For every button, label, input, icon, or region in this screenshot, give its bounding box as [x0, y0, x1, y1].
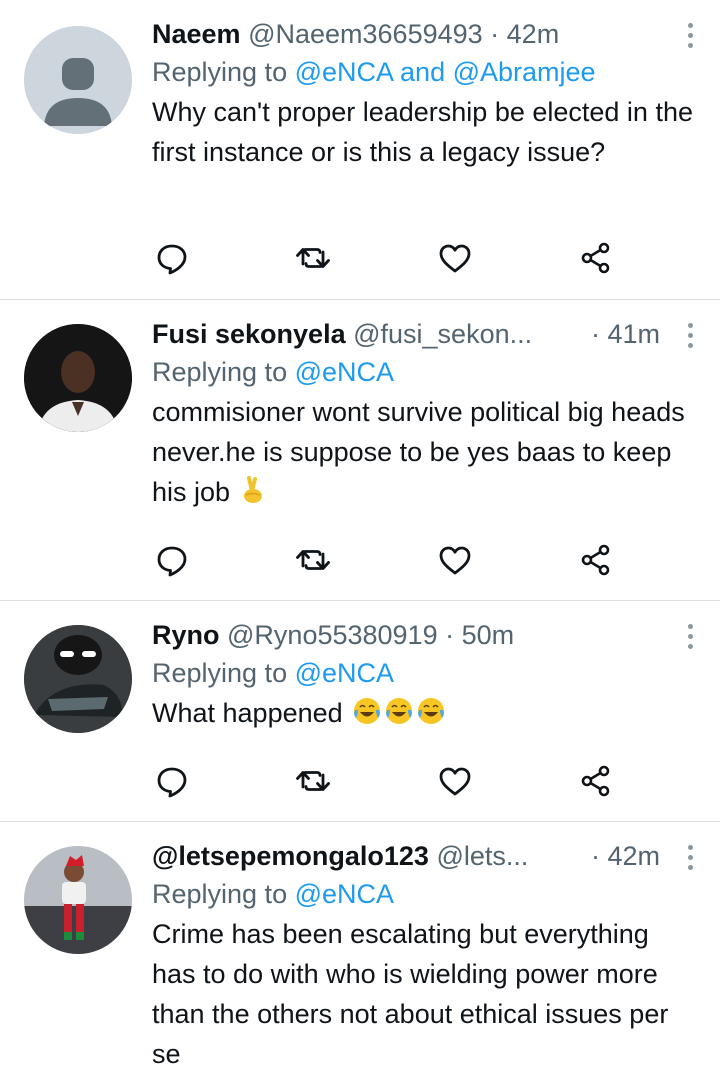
tweet-header: Naeem @Naeem36659493 · 42m [152, 16, 696, 52]
tweet-actions [152, 761, 622, 801]
replying-prefix: Replying to [152, 57, 295, 87]
replying-prefix: Replying to [152, 879, 295, 909]
replying-to: Replying to @eNCA [152, 352, 696, 392]
share-icon[interactable] [576, 540, 616, 580]
tweet-text: What happened [152, 698, 343, 728]
tweet[interactable]: Ryno @Ryno55380919 · 50m Replying to @eN… [0, 601, 720, 822]
display-name[interactable]: Naeem [152, 19, 241, 49]
user-photo-icon [24, 324, 132, 432]
user-photo-icon [24, 625, 132, 733]
heart-icon[interactable] [435, 761, 475, 801]
tweet-text-container: What happened [152, 693, 696, 737]
display-name[interactable]: Ryno [152, 620, 220, 650]
retweet-icon[interactable] [293, 761, 333, 801]
tweet-actions [152, 540, 622, 580]
avatar[interactable] [24, 625, 132, 733]
timestamp[interactable]: · 50m [445, 620, 514, 650]
retweet-icon[interactable] [293, 540, 333, 580]
tweet-actions [152, 238, 622, 278]
avatar[interactable] [24, 846, 132, 954]
user-handle[interactable]: @fusi_sekon... [353, 319, 532, 349]
more-icon[interactable] [680, 838, 700, 874]
reply-mentions-link[interactable]: @eNCA [295, 357, 394, 387]
tweet[interactable]: Naeem @Naeem36659493 · 42m Replying to @… [0, 0, 720, 300]
tweet-text: Why can't proper leadership be elected i… [152, 97, 693, 167]
user-photo-icon [24, 846, 132, 954]
display-name[interactable]: Fusi sekonyela [152, 319, 346, 349]
avatar[interactable] [24, 26, 132, 134]
share-icon[interactable] [576, 238, 616, 278]
heart-icon[interactable] [435, 238, 475, 278]
tweet-header: Fusi sekonyela @fusi_sekon... · 41m [152, 316, 696, 352]
tweet-text: Crime has been escalating but everything… [152, 919, 669, 1069]
user-handle[interactable]: @lets... [436, 841, 528, 871]
display-name[interactable]: @letsepemongalo123 [152, 841, 429, 871]
tweet-header: Ryno @Ryno55380919 · 50m [152, 617, 696, 653]
reply-mentions-link[interactable]: @eNCA [295, 658, 394, 688]
tears-of-joy-emoji-icon [384, 696, 414, 737]
reply-mentions-link[interactable]: @eNCA and @Abramjee [295, 57, 596, 87]
replying-prefix: Replying to [152, 357, 295, 387]
replying-to: Replying to @eNCA [152, 653, 696, 693]
reply-icon[interactable] [152, 238, 192, 278]
reply-icon[interactable] [152, 540, 192, 580]
share-icon[interactable] [576, 761, 616, 801]
tweet-header: @letsepemongalo123 @lets... · 42m [152, 838, 696, 874]
retweet-icon[interactable] [293, 238, 333, 278]
user-handle[interactable]: @Naeem36659493 [248, 19, 483, 49]
heart-icon[interactable] [435, 540, 475, 580]
avatar[interactable] [24, 324, 132, 432]
tears-of-joy-emoji-icon [352, 696, 382, 737]
timestamp[interactable]: · 42m [591, 838, 660, 874]
tears-of-joy-emoji-icon [416, 696, 446, 737]
more-icon[interactable] [680, 16, 700, 52]
more-icon[interactable] [680, 617, 700, 653]
replying-to: Replying to @eNCA [152, 874, 696, 914]
fingers-crossed-emoji-icon [240, 475, 266, 516]
reply-icon[interactable] [152, 761, 192, 801]
user-handle[interactable]: @Ryno55380919 [227, 620, 438, 650]
tweet[interactable]: @letsepemongalo123 @lets... · 42m Replyi… [0, 822, 720, 1088]
more-icon[interactable] [680, 316, 700, 352]
tweet[interactable]: Fusi sekonyela @fusi_sekon... · 41m Repl… [0, 300, 720, 601]
replying-prefix: Replying to [152, 658, 295, 688]
reply-mentions-link[interactable]: @eNCA [295, 879, 394, 909]
timestamp[interactable]: · 42m [490, 19, 559, 49]
tweet-text-container: commisioner wont survive political big h… [152, 392, 696, 516]
replying-to: Replying to @eNCA and @Abramjee [152, 52, 696, 92]
default-avatar-icon [24, 26, 132, 134]
timestamp[interactable]: · 41m [591, 316, 660, 352]
tweet-text: commisioner wont survive political big h… [152, 397, 685, 507]
